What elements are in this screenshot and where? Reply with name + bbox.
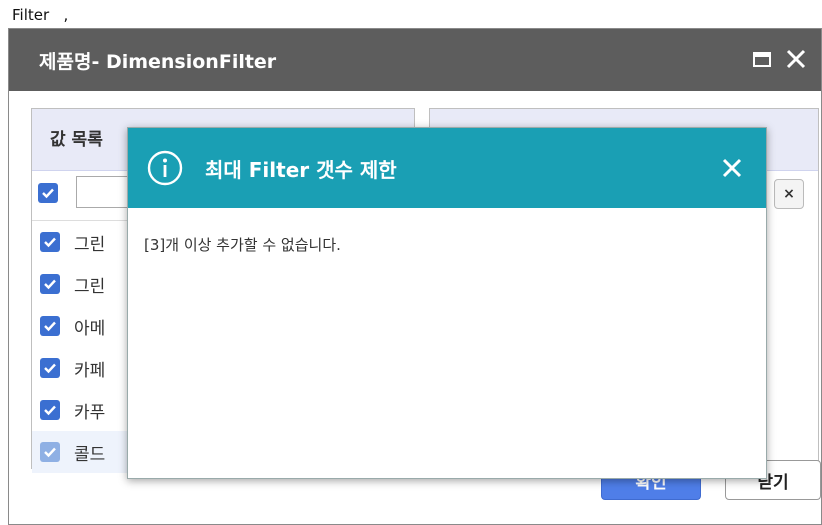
alert-message: [3]개 이상 추가할 수 없습니다. — [144, 236, 341, 254]
alert-title: 최대 Filter 갯수 제한 — [205, 157, 397, 182]
select-all-checkbox[interactable] — [38, 183, 58, 203]
dialog-title: 제품명- DimensionFilter — [39, 50, 277, 73]
item-label: 그린 — [74, 276, 106, 297]
item-label: 그린 — [74, 234, 106, 255]
item-checkbox[interactable] — [40, 442, 60, 462]
dimension-filter-dialog: 제품명- DimensionFilter 값 목록 그린 그린 아메 카페 카푸… — [8, 28, 822, 525]
item-checkbox[interactable] — [40, 358, 60, 378]
item-checkbox[interactable] — [40, 316, 60, 336]
alert-header: 최대 Filter 갯수 제한 — [128, 128, 766, 208]
item-label: 아메 — [74, 318, 106, 339]
dialog-titlebar: 제품명- DimensionFilter — [9, 29, 821, 91]
item-checkbox[interactable] — [40, 232, 60, 252]
item-label: 콜드 — [74, 444, 106, 465]
max-filter-alert: 최대 Filter 갯수 제한 [3]개 이상 추가할 수 없습니다. — [127, 127, 767, 479]
close-icon[interactable] — [783, 46, 809, 72]
info-icon — [147, 150, 183, 186]
maximize-icon[interactable] — [749, 46, 775, 72]
item-label: 카페 — [74, 360, 106, 381]
close-icon[interactable] — [720, 156, 744, 180]
page-caption: Filter , — [12, 6, 69, 24]
item-label: 카푸 — [74, 402, 106, 423]
clear-button[interactable]: × — [774, 179, 804, 209]
item-checkbox[interactable] — [40, 400, 60, 420]
item-checkbox[interactable] — [40, 274, 60, 294]
